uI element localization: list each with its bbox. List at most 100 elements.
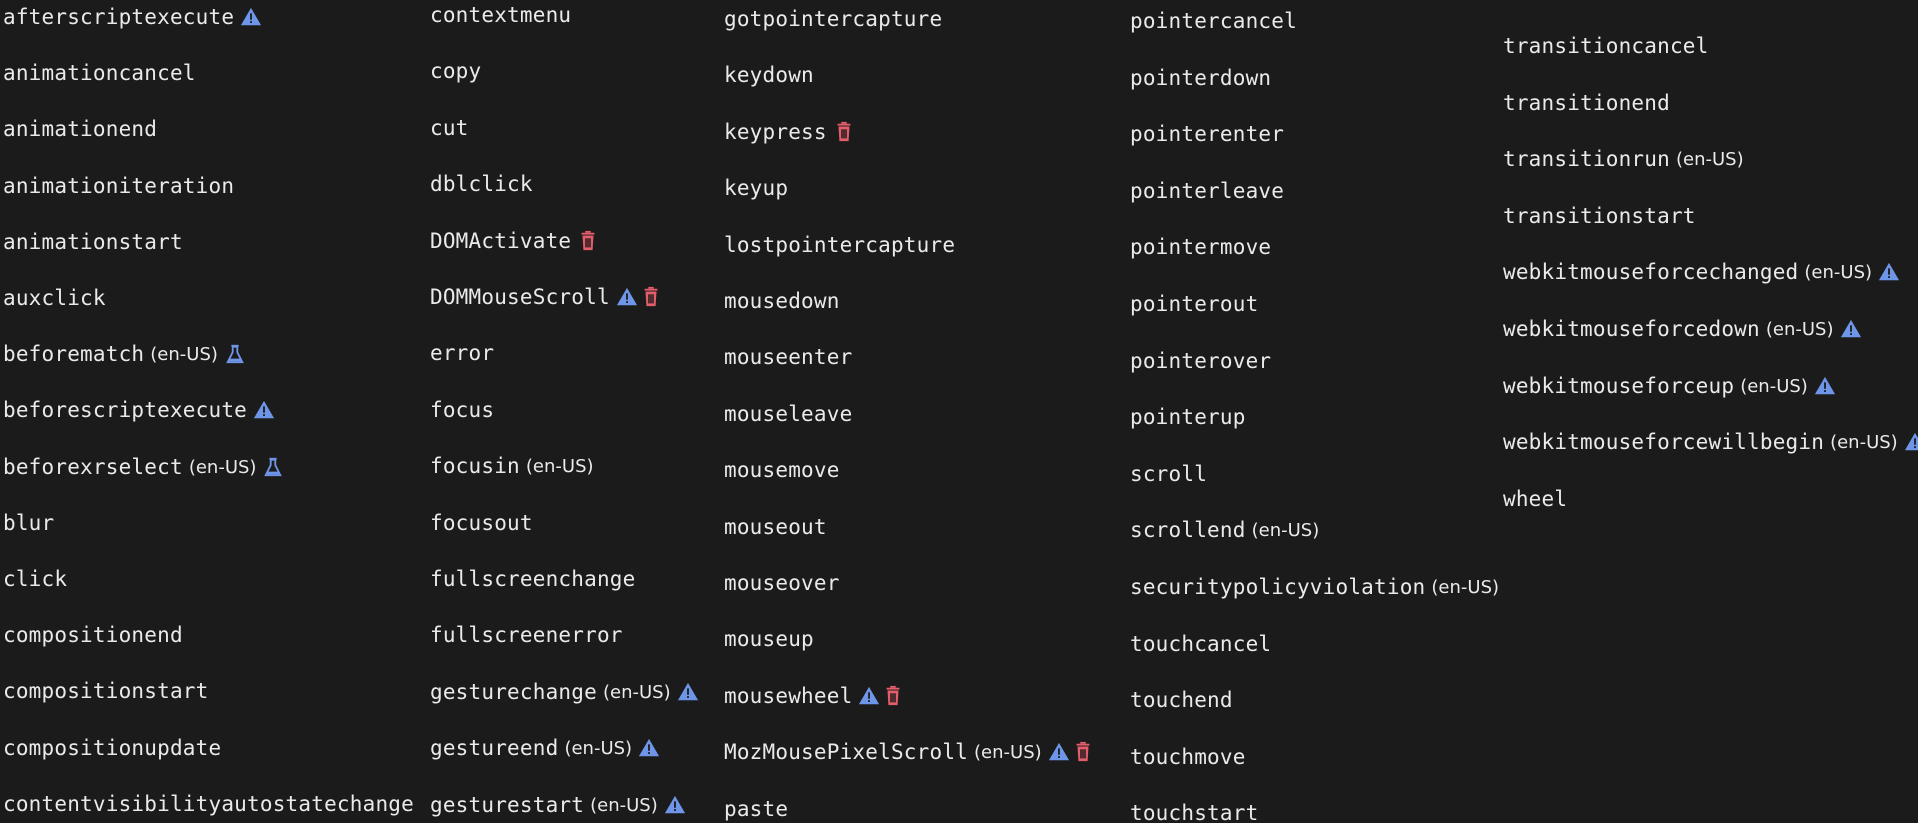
event-link[interactable]: scrollend: [1130, 518, 1246, 542]
event-link[interactable]: pointercancel: [1130, 9, 1297, 33]
event-link[interactable]: transitionrun: [1503, 147, 1670, 171]
event-link[interactable]: mouseenter: [724, 345, 852, 369]
locale-badge: (en-US): [525, 455, 594, 477]
event-link[interactable]: blur: [3, 511, 54, 535]
event-link[interactable]: pointerup: [1130, 405, 1246, 429]
event-link[interactable]: webkitmouseforcechanged: [1503, 260, 1798, 284]
event-link[interactable]: keyup: [724, 176, 788, 200]
event-link[interactable]: focus: [430, 398, 494, 422]
event-list-item: contentvisibilityautostatechange: [3, 789, 414, 819]
event-link[interactable]: keypress: [724, 120, 827, 144]
event-link[interactable]: compositionupdate: [3, 736, 221, 760]
event-link[interactable]: cut: [430, 116, 469, 140]
event-link[interactable]: animationcancel: [3, 61, 196, 85]
event-link[interactable]: gesturechange: [430, 680, 597, 704]
event-link[interactable]: click: [3, 567, 67, 591]
event-list-item: gotpointercapture: [724, 4, 942, 34]
event-link[interactable]: MozMousePixelScroll: [724, 740, 968, 764]
event-link[interactable]: beforescriptexecute: [3, 398, 247, 422]
event-list-item: copy: [430, 56, 481, 86]
locale-badge: (en-US): [150, 343, 218, 365]
event-link[interactable]: compositionstart: [3, 679, 209, 703]
event-link[interactable]: wheel: [1503, 487, 1567, 511]
event-link[interactable]: pointerleave: [1130, 179, 1284, 203]
event-list-item: transitioncancel: [1503, 31, 1709, 61]
event-link[interactable]: afterscriptexecute: [3, 5, 234, 29]
event-link[interactable]: pointerout: [1130, 292, 1258, 316]
event-link[interactable]: lostpointercapture: [724, 233, 955, 257]
event-link[interactable]: transitionend: [1503, 91, 1670, 115]
event-link[interactable]: mousewheel: [724, 684, 852, 708]
event-link[interactable]: compositionend: [3, 623, 183, 647]
event-link[interactable]: gesturestart: [430, 793, 584, 817]
flask-icon: [262, 456, 284, 478]
event-list-item: animationiteration: [3, 171, 234, 201]
event-link[interactable]: gotpointercapture: [724, 7, 942, 31]
locale-badge: (en-US): [974, 741, 1042, 763]
event-list-item: compositionend: [3, 620, 183, 650]
event-link[interactable]: dblclick: [430, 172, 533, 196]
event-link[interactable]: keydown: [724, 63, 814, 87]
event-list-item: focusin (en-US): [430, 451, 594, 481]
event-list-item: keypress: [724, 117, 855, 147]
event-link[interactable]: pointerenter: [1130, 122, 1284, 146]
event-link[interactable]: webkitmouseforcedown: [1503, 317, 1760, 341]
event-list-item: beforexrselect (en-US): [3, 452, 284, 482]
event-link[interactable]: webkitmouseforceup: [1503, 374, 1734, 398]
event-link[interactable]: fullscreenerror: [430, 623, 623, 647]
event-link[interactable]: DOMActivate: [430, 229, 571, 253]
event-list-item: webkitmouseforcedown (en-US): [1503, 314, 1862, 344]
event-link[interactable]: webkitmouseforcewillbegin: [1503, 430, 1824, 454]
trash-icon: [882, 685, 904, 707]
event-list-item: pointerup: [1130, 402, 1246, 432]
event-link[interactable]: touchend: [1130, 688, 1233, 712]
event-link[interactable]: scroll: [1130, 462, 1207, 486]
event-list-item: pointerout: [1130, 289, 1258, 319]
event-link[interactable]: error: [430, 341, 494, 365]
event-link[interactable]: transitioncancel: [1503, 34, 1709, 58]
event-link[interactable]: mouseout: [724, 515, 827, 539]
warning-icon: [1814, 375, 1836, 397]
event-link[interactable]: animationend: [3, 117, 157, 141]
event-link[interactable]: gestureend: [430, 736, 558, 760]
event-list-item: focus: [430, 395, 494, 425]
event-list-item: mousemove: [724, 455, 840, 485]
event-list-item: click: [3, 564, 67, 594]
warning-icon: [1904, 431, 1918, 453]
locale-badge: (en-US): [188, 456, 257, 478]
event-link[interactable]: mouseover: [724, 571, 840, 595]
event-link[interactable]: contextmenu: [430, 3, 571, 27]
event-link[interactable]: beforexrselect: [3, 455, 183, 479]
event-link[interactable]: mouseup: [724, 627, 814, 651]
event-list-item: animationcancel: [3, 58, 196, 88]
event-link[interactable]: auxclick: [3, 286, 106, 310]
event-link[interactable]: securitypolicyviolation: [1130, 575, 1425, 599]
event-link[interactable]: transitionstart: [1503, 204, 1696, 228]
event-link[interactable]: touchstart: [1130, 801, 1258, 823]
event-link[interactable]: pointermove: [1130, 235, 1271, 259]
event-link[interactable]: mouseleave: [724, 402, 852, 426]
event-list-item: beforematch (en-US): [3, 339, 246, 369]
event-link[interactable]: beforematch: [3, 342, 144, 366]
event-link[interactable]: mousedown: [724, 289, 840, 313]
event-link[interactable]: mousemove: [724, 458, 840, 482]
event-link[interactable]: touchcancel: [1130, 632, 1271, 656]
event-link[interactable]: focusin: [430, 454, 520, 478]
trash-icon: [577, 230, 599, 252]
warning-icon: [677, 681, 699, 703]
event-link[interactable]: touchmove: [1130, 745, 1246, 769]
event-link[interactable]: paste: [724, 797, 788, 821]
event-link[interactable]: pointerdown: [1130, 66, 1271, 90]
event-link[interactable]: fullscreenchange: [430, 567, 636, 591]
trash-icon: [640, 286, 662, 308]
event-link[interactable]: pointerover: [1130, 349, 1271, 373]
event-link[interactable]: focusout: [430, 511, 533, 535]
event-list-item: afterscriptexecute: [3, 2, 262, 32]
event-link[interactable]: copy: [430, 59, 481, 83]
event-link[interactable]: animationstart: [3, 230, 183, 254]
event-link[interactable]: animationiteration: [3, 174, 234, 198]
event-link[interactable]: contentvisibilityautostatechange: [3, 792, 414, 816]
event-link[interactable]: DOMMouseScroll: [430, 285, 610, 309]
warning-icon: [1048, 741, 1070, 763]
event-list-item: touchstart: [1130, 798, 1258, 823]
